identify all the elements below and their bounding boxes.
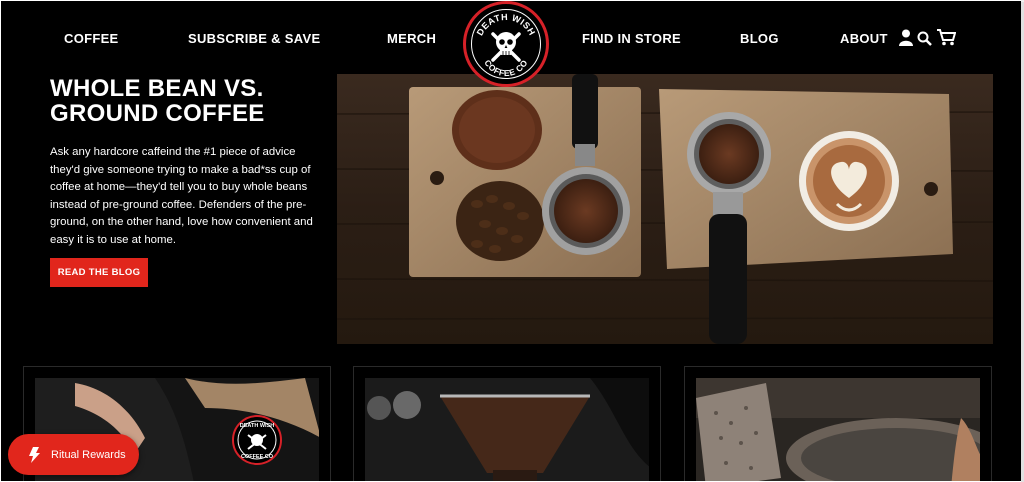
lightning-bolt-icon [29,446,40,463]
ritual-rewards-button[interactable]: Ritual Rewards [8,434,139,475]
hero-description: Ask any hardcore caffeind the #1 piece o… [50,146,313,246]
svg-text:COFFEE CO: COFFEE CO [241,454,274,460]
hero-image [337,74,993,344]
user-icon[interactable] [899,29,913,51]
hero-title: WHOLE BEAN VS. GROUND COFFEE [50,76,330,126]
hero-title-line2: GROUND COFFEE [50,100,265,127]
blog-card[interactable] [684,366,992,481]
blog-card[interactable] [353,366,661,481]
nav-blog[interactable]: BLOG [740,31,779,46]
nav-subscribe-save[interactable]: SUBSCRIBE & SAVE [188,31,320,46]
nav-coffee[interactable]: COFFEE [64,31,119,46]
card-image-pourover [365,378,649,481]
nav-about[interactable]: ABOUT [840,31,888,46]
hero-title-line1: WHOLE BEAN VS. [50,75,264,102]
search-icon[interactable] [917,31,932,51]
skull-crossbones-icon: DEATH WISH COFFEE CO [475,12,537,78]
ritual-rewards-label: Ritual Rewards [51,448,126,461]
cart-icon[interactable] [937,29,957,51]
read-the-blog-button[interactable]: READ THE BLOG [50,258,148,287]
svg-text:COFFEE CO: COFFEE CO [482,58,529,78]
brand-logo[interactable]: DEATH WISH COFFEE CO [463,1,549,87]
card-image-roaster [696,378,980,481]
nav-merch[interactable]: MERCH [387,31,436,46]
nav-find-in-store[interactable]: FIND IN STORE [582,31,681,46]
svg-text:DEATH WISH: DEATH WISH [240,423,274,429]
page: COFFEE SUBSCRIBE & SAVE MERCH FIND IN ST… [1,1,1021,481]
